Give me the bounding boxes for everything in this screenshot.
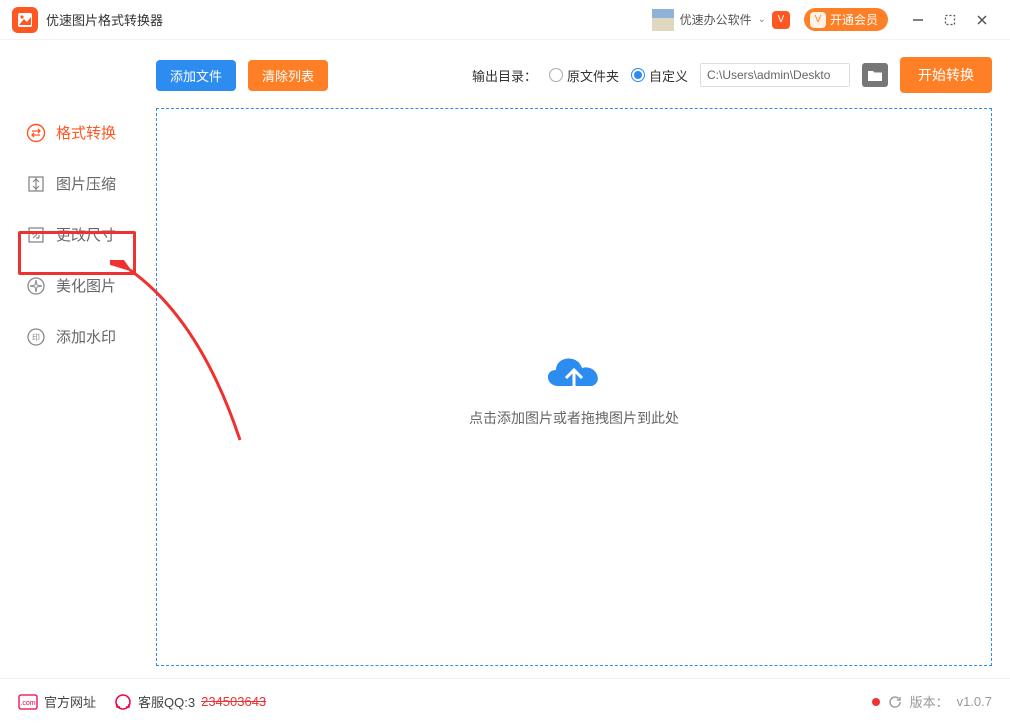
update-dot-icon — [872, 698, 880, 706]
headset-icon — [114, 693, 132, 711]
output-dir-label: 输出目录： — [472, 66, 537, 85]
compress-icon — [26, 174, 46, 194]
vip-icon: V — [810, 12, 826, 28]
title-bar: 优速图片格式转换器 优速办公软件 ⌄ V V 开通会员 — [0, 0, 1010, 40]
add-file-button[interactable]: 添加文件 — [156, 60, 236, 91]
user-block[interactable]: 优速办公软件 ⌄ V — [652, 9, 790, 31]
start-convert-button[interactable]: 开始转换 — [900, 57, 992, 93]
official-site-link[interactable]: .com 官方网址 — [18, 692, 96, 711]
maximize-button[interactable] — [938, 8, 962, 32]
beautify-icon — [26, 276, 46, 296]
app-logo-icon — [12, 7, 38, 33]
version-value: v1.0.7 — [957, 694, 992, 709]
convert-icon — [26, 123, 46, 143]
version-block: 版本： v1.0.7 — [872, 692, 992, 711]
vip-badge-icon: V — [772, 11, 790, 29]
radio-custom-folder[interactable]: 自定义 — [631, 66, 688, 85]
minimize-button[interactable] — [906, 8, 930, 32]
open-vip-button[interactable]: V 开通会员 — [804, 8, 888, 31]
app-title: 优速图片格式转换器 — [46, 10, 163, 29]
watermark-icon: 印 — [26, 327, 46, 347]
sidebar-item-label: 添加水印 — [56, 326, 116, 347]
sidebar: 格式转换 图片压缩 更改尺寸 美化图片 印 添加水印 — [0, 40, 152, 678]
drop-zone[interactable]: 点击添加图片或者拖拽图片到此处 — [156, 108, 992, 666]
open-vip-label: 开通会员 — [830, 11, 878, 28]
browse-folder-button[interactable] — [862, 63, 888, 87]
svg-text:印: 印 — [32, 333, 40, 342]
official-site-label: 官方网址 — [44, 692, 96, 711]
sidebar-item-image-compress[interactable]: 图片压缩 — [0, 161, 152, 206]
radio-original-folder[interactable]: 原文件夹 — [549, 66, 619, 85]
chevron-down-icon: ⌄ — [758, 14, 766, 25]
cloud-upload-icon — [538, 346, 610, 398]
content-area: 添加文件 清除列表 输出目录： 原文件夹 自定义 开始转换 — [152, 40, 1010, 678]
radio-icon — [549, 68, 563, 82]
qq-label: 客服QQ:3 — [138, 692, 195, 711]
status-bar: .com 官方网址 客服QQ:3 234503643 版本： v1.0.7 — [0, 678, 1010, 724]
drop-zone-text: 点击添加图片或者拖拽图片到此处 — [469, 408, 679, 428]
radio-custom-label: 自定义 — [649, 66, 688, 85]
sidebar-item-label: 格式转换 — [56, 122, 116, 143]
output-path-input[interactable] — [700, 63, 850, 87]
close-button[interactable] — [970, 8, 994, 32]
radio-selected-icon — [631, 68, 645, 82]
sidebar-item-label: 美化图片 — [56, 275, 116, 296]
sidebar-item-watermark[interactable]: 印 添加水印 — [0, 314, 152, 359]
website-icon: .com — [18, 694, 38, 710]
avatar — [652, 9, 674, 31]
radio-original-label: 原文件夹 — [567, 66, 619, 85]
sidebar-item-label: 图片压缩 — [56, 173, 116, 194]
refresh-icon[interactable] — [888, 695, 902, 709]
qq-number: 234503643 — [201, 694, 266, 709]
clear-list-button[interactable]: 清除列表 — [248, 60, 328, 91]
customer-qq-link[interactable]: 客服QQ:3 234503643 — [114, 692, 266, 711]
user-name: 优速办公软件 — [680, 11, 752, 28]
svg-text:.com: .com — [20, 700, 35, 707]
sidebar-item-format-convert[interactable]: 格式转换 — [0, 110, 152, 155]
annotation-highlight-box — [18, 231, 136, 275]
version-label: 版本： — [910, 692, 949, 711]
toolbar: 添加文件 清除列表 输出目录： 原文件夹 自定义 开始转换 — [156, 52, 992, 98]
